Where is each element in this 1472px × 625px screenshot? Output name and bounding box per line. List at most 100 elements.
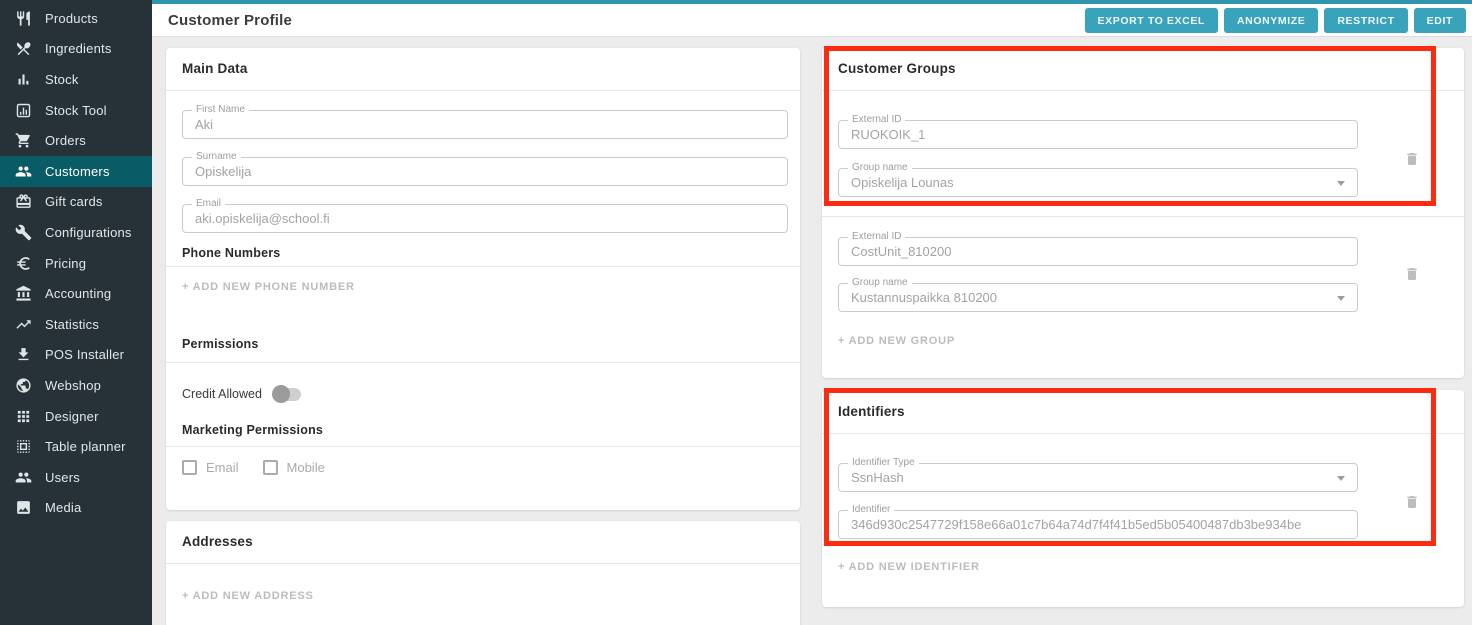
- sidebar-item-label: Configurations: [45, 225, 132, 240]
- sidebar: Products Ingredients Stock Stock Tool Or…: [0, 0, 152, 625]
- sidebar-item-label: POS Installer: [45, 347, 124, 362]
- designer-icon: [15, 408, 32, 425]
- trash-icon: [1404, 494, 1420, 510]
- marketing-email-option[interactable]: Email: [182, 460, 239, 475]
- sidebar-item-gift-cards[interactable]: Gift cards: [0, 187, 152, 218]
- products-icon: [15, 10, 32, 27]
- sidebar-item-ingredients[interactable]: Ingredients: [0, 34, 152, 65]
- delete-identifier-button[interactable]: [1402, 493, 1422, 513]
- credit-allowed-row: Credit Allowed: [182, 387, 301, 401]
- email-value: aki.opiskelija@school.fi: [183, 205, 787, 232]
- sidebar-item-table-planner[interactable]: Table planner: [0, 431, 152, 462]
- email-field[interactable]: Email aki.opiskelija@school.fi: [182, 204, 788, 233]
- email-label: Email: [192, 198, 225, 209]
- dropdown-caret-icon: [1337, 296, 1345, 301]
- first-name-field[interactable]: First Name Aki: [182, 110, 788, 139]
- sidebar-item-designer[interactable]: Designer: [0, 401, 152, 432]
- stock-tool-icon: [15, 102, 32, 119]
- sidebar-item-users[interactable]: Users: [0, 462, 152, 493]
- webshop-icon: [15, 377, 32, 394]
- edit-button[interactable]: EDIT: [1414, 8, 1466, 33]
- export-to-excel-button[interactable]: EXPORT TO EXCEL: [1085, 8, 1218, 33]
- identifier-value: 346d930c2547729f158e66a01c7b64a74d7f4f41…: [839, 511, 1357, 538]
- phone-numbers-title: Phone Numbers: [182, 246, 280, 260]
- identifier-type-value: SsnHash: [839, 464, 1357, 491]
- sidebar-item-webshop[interactable]: Webshop: [0, 370, 152, 401]
- marketing-mobile-label: Mobile: [287, 460, 325, 475]
- group-name-select[interactable]: Group name Opiskelija Lounas: [838, 168, 1358, 197]
- users-icon: [15, 469, 32, 486]
- sidebar-item-stock[interactable]: Stock: [0, 64, 152, 95]
- marketing-mobile-option[interactable]: Mobile: [263, 460, 325, 475]
- identifier-type-label: Identifier Type: [848, 457, 919, 468]
- group-external-id-field[interactable]: External ID CostUnit_810200: [838, 237, 1358, 266]
- toggle-knob-icon: [272, 385, 290, 403]
- surname-field[interactable]: Surname Opiskelija: [182, 157, 788, 186]
- main-data-card: Main Data First Name Aki Surname Opiskel…: [166, 48, 800, 510]
- ingredients-icon: [15, 40, 32, 57]
- trash-icon: [1404, 266, 1420, 282]
- delete-group-button[interactable]: [1402, 265, 1422, 285]
- group-name-label: Group name: [848, 277, 912, 288]
- sidebar-item-label: Ingredients: [45, 41, 112, 56]
- external-id-label: External ID: [848, 114, 905, 125]
- sidebar-item-label: Stock Tool: [45, 103, 107, 118]
- add-phone-number-button[interactable]: + ADD NEW PHONE NUMBER: [182, 281, 355, 293]
- sidebar-item-accounting[interactable]: Accounting: [0, 278, 152, 309]
- divider: [166, 362, 800, 363]
- add-identifier-button[interactable]: + ADD NEW IDENTIFIER: [838, 561, 980, 573]
- credit-allowed-toggle[interactable]: [274, 388, 301, 401]
- divider: [166, 563, 800, 564]
- header-bar: Customer Profile EXPORT TO EXCEL ANONYMI…: [152, 4, 1472, 37]
- table-planner-icon: [15, 438, 32, 455]
- sidebar-item-label: Orders: [45, 133, 86, 148]
- addresses-title: Addresses: [182, 534, 253, 549]
- group-name-value: Opiskelija Lounas: [839, 169, 1357, 196]
- sidebar-item-statistics[interactable]: Statistics: [0, 309, 152, 340]
- sidebar-item-orders[interactable]: Orders: [0, 125, 152, 156]
- group-name-value: Kustannuspaikka 810200: [839, 284, 1357, 311]
- sidebar-item-label: Pricing: [45, 256, 86, 271]
- sidebar-item-pricing[interactable]: Pricing: [0, 248, 152, 279]
- sidebar-item-label: Users: [45, 470, 80, 485]
- surname-value: Opiskelija: [183, 158, 787, 185]
- sidebar-item-pos-installer[interactable]: POS Installer: [0, 340, 152, 371]
- pricing-icon: [15, 255, 32, 272]
- external-id-value: CostUnit_810200: [839, 238, 1357, 265]
- sidebar-item-media[interactable]: Media: [0, 493, 152, 524]
- add-address-button[interactable]: + ADD NEW ADDRESS: [182, 590, 314, 602]
- divider: [166, 446, 800, 447]
- customer-profile-page: Products Ingredients Stock Stock Tool Or…: [0, 0, 1472, 625]
- configurations-icon: [15, 224, 32, 241]
- divider: [822, 216, 1464, 217]
- dropdown-caret-icon: [1337, 476, 1345, 481]
- page-title: Customer Profile: [152, 12, 292, 29]
- orders-icon: [15, 132, 32, 149]
- trash-icon: [1404, 151, 1420, 167]
- first-name-label: First Name: [192, 104, 249, 115]
- identifier-type-select[interactable]: Identifier Type SsnHash: [838, 463, 1358, 492]
- main-data-title: Main Data: [182, 61, 248, 76]
- marketing-options-row: Email Mobile: [182, 460, 325, 475]
- sidebar-item-customers[interactable]: Customers: [0, 156, 152, 187]
- group-external-id-field[interactable]: External ID RUOKOIK_1: [838, 120, 1358, 149]
- group-name-select[interactable]: Group name Kustannuspaikka 810200: [838, 283, 1358, 312]
- delete-group-button[interactable]: [1402, 150, 1422, 170]
- sidebar-item-stock-tool[interactable]: Stock Tool: [0, 95, 152, 126]
- identifier-field[interactable]: Identifier 346d930c2547729f158e66a01c7b6…: [838, 510, 1358, 539]
- pos-installer-icon: [15, 346, 32, 363]
- checkbox-unchecked-icon[interactable]: [263, 460, 278, 475]
- sidebar-item-label: Table planner: [45, 439, 126, 454]
- sidebar-item-label: Accounting: [45, 286, 111, 301]
- checkbox-unchecked-icon[interactable]: [182, 460, 197, 475]
- sidebar-item-configurations[interactable]: Configurations: [0, 217, 152, 248]
- gift-cards-icon: [15, 193, 32, 210]
- media-icon: [15, 499, 32, 516]
- statistics-icon: [15, 316, 32, 333]
- surname-label: Surname: [192, 151, 241, 162]
- anonymize-button[interactable]: ANONYMIZE: [1224, 8, 1318, 33]
- add-group-button[interactable]: + ADD NEW GROUP: [838, 335, 955, 347]
- restrict-button[interactable]: RESTRICT: [1324, 8, 1407, 33]
- identifier-label: Identifier: [848, 504, 894, 515]
- sidebar-item-products[interactable]: Products: [0, 3, 152, 34]
